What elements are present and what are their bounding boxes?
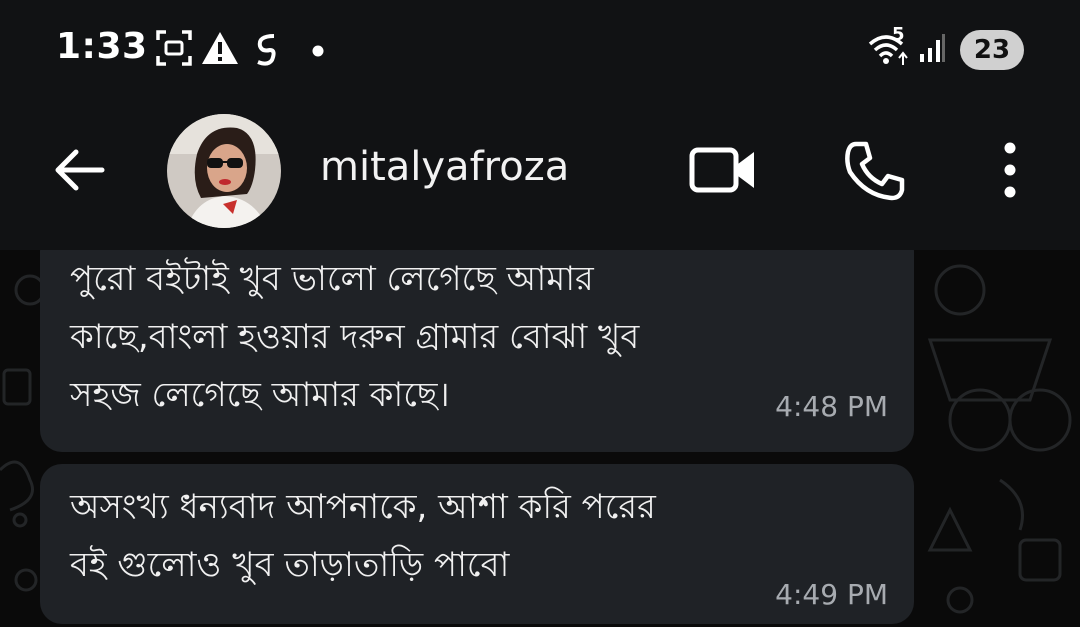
screenshot-icon xyxy=(154,28,194,72)
status-bar: 1:33 5 23 xyxy=(0,0,1080,100)
signal-icon xyxy=(918,28,946,72)
message-bubble[interactable]: অসংখ্য ধন্যবাদ আপনাকে, আশা করি পরের বই গ… xyxy=(40,464,914,624)
back-arrow-icon[interactable] xyxy=(48,140,108,204)
contact-name[interactable]: mitalyafroza xyxy=(320,144,569,190)
clock: 1:33 xyxy=(56,26,148,67)
message-line: পুরো বইটাই খুব ভালো লেগেছে আমার xyxy=(70,259,594,299)
message-line: অসংখ্য ধন্যবাদ আপনাকে, আশা করি পরের xyxy=(70,487,656,527)
phone-icon[interactable] xyxy=(842,138,908,208)
avatar[interactable] xyxy=(167,114,281,228)
dot-icon xyxy=(312,42,324,61)
message-timestamp: 4:48 PM xyxy=(775,390,888,423)
chat-header: mitalyafroza xyxy=(0,100,1080,250)
message-text: অসংখ্য ধন্যবাদ আপনাকে, আশা করি পরের বই গ… xyxy=(70,478,656,594)
data-saver-icon xyxy=(252,28,282,72)
wifi-icon xyxy=(866,28,912,72)
message-line: বই গুলোও খুব তাড়াতাড়ি পাবো xyxy=(70,545,510,585)
alert-icon xyxy=(200,28,240,72)
message-bubble[interactable]: পুরো বইটাই খুব ভালো লেগেছে আমার কাছে,বাং… xyxy=(40,250,914,452)
message-timestamp: 4:49 PM xyxy=(775,578,888,611)
message-text: পুরো বইটাই খুব ভালো লেগেছে আমার কাছে,বাং… xyxy=(70,250,639,424)
battery-icon: 23 xyxy=(960,30,1024,70)
message-line: সহজ লেগেছে আমার কাছে। xyxy=(70,375,450,415)
network-badge: 5 xyxy=(892,24,905,45)
chat-area[interactable]: পুরো বইটাই খুব ভালো লেগেছে আমার কাছে,বাং… xyxy=(0,250,1080,627)
video-call-icon[interactable] xyxy=(688,140,758,204)
more-icon[interactable] xyxy=(992,140,1028,204)
message-line: কাছে,বাংলা হওয়ার দরুন গ্রামার বোঝা খুব xyxy=(70,317,640,357)
